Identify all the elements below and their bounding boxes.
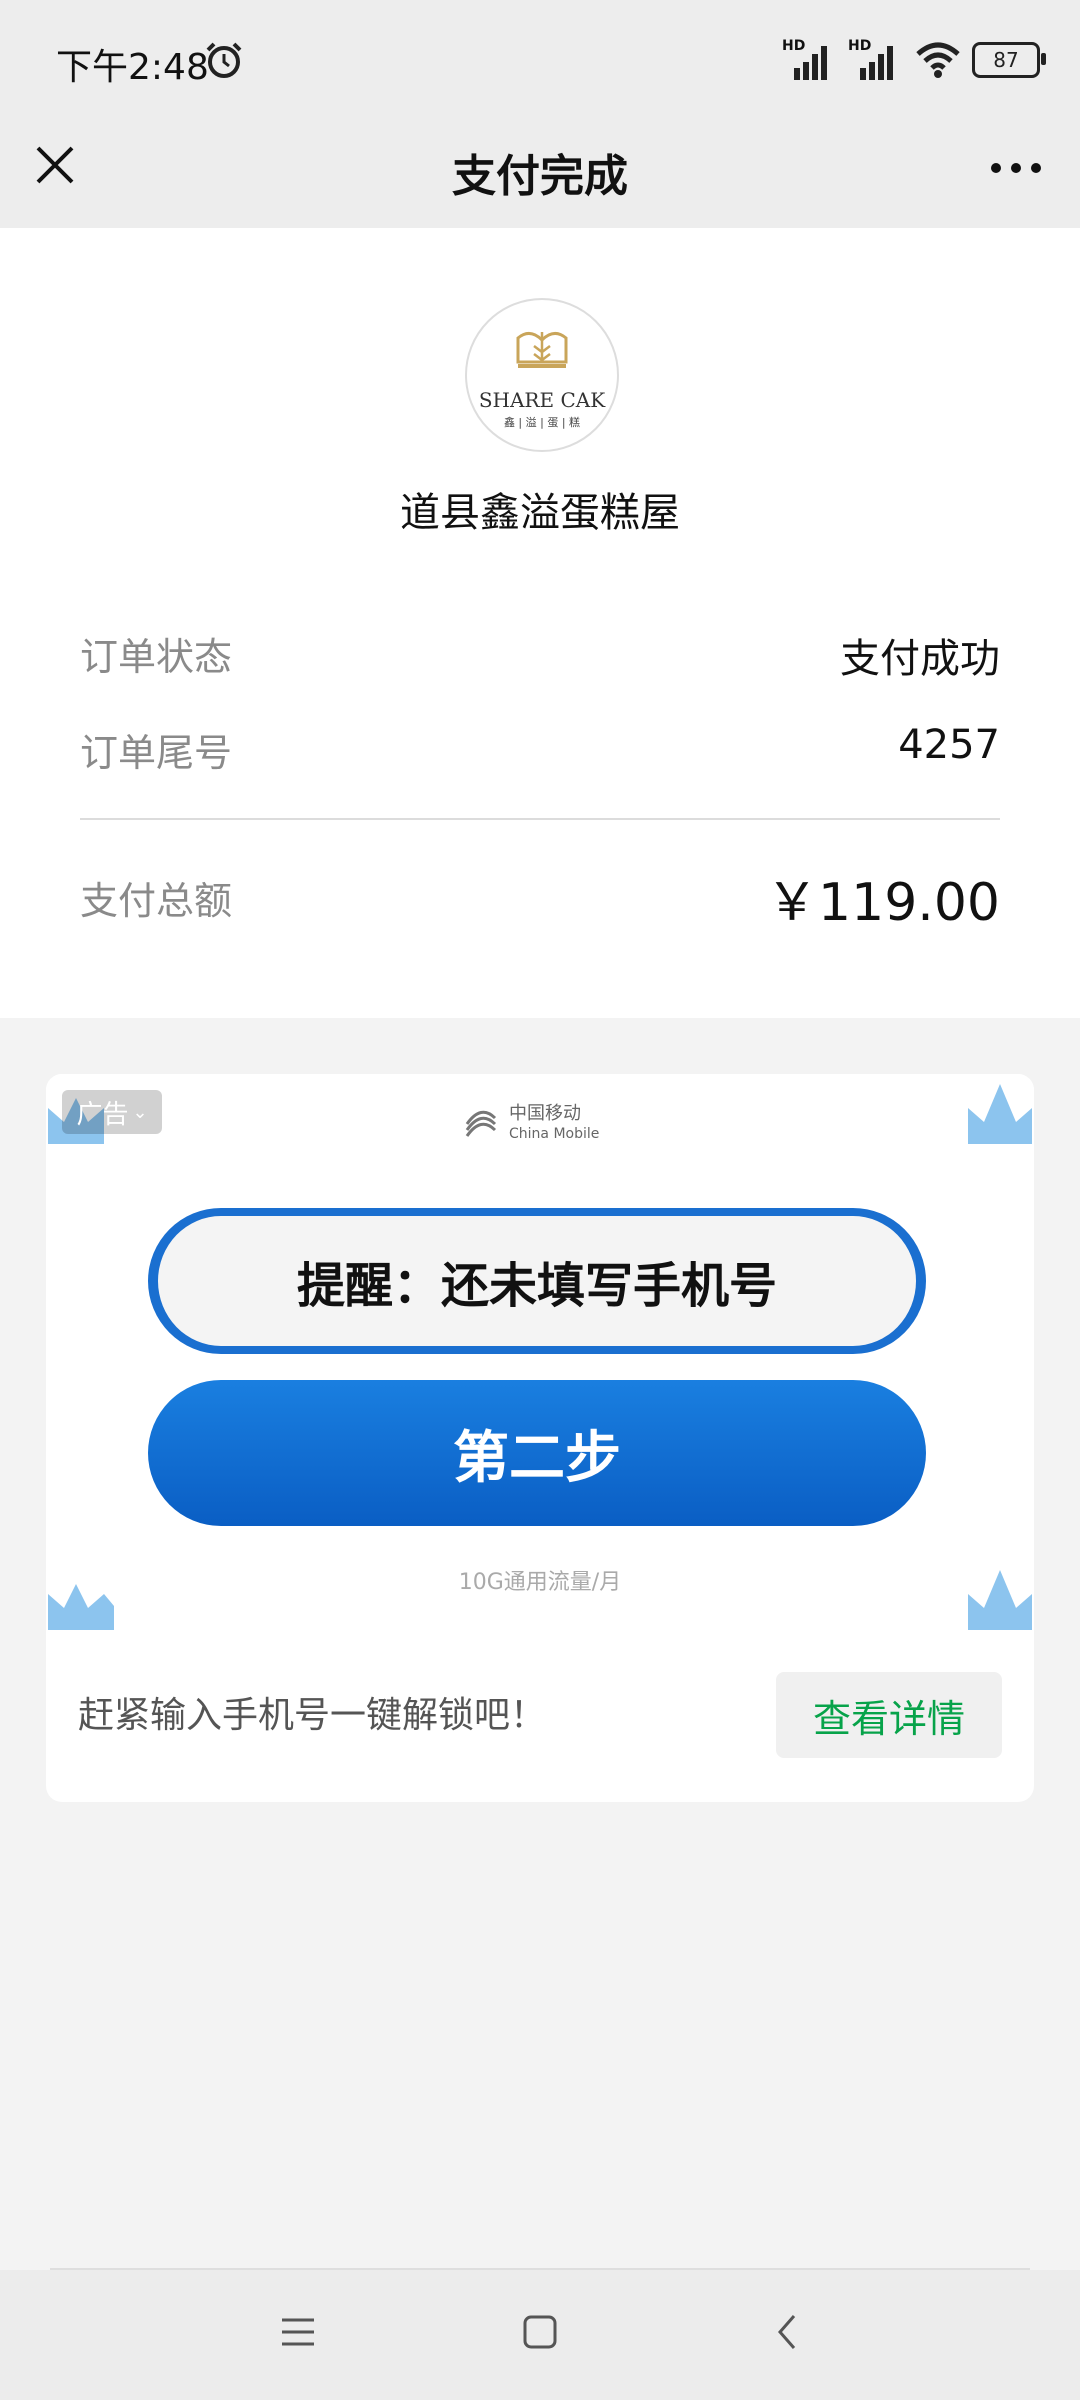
status-time: 下午2:48	[56, 47, 209, 88]
total-amount: ￥119.00	[766, 873, 1000, 933]
page-title: 支付完成	[452, 151, 628, 202]
home-icon[interactable]	[522, 2314, 558, 2350]
order-status-value: 支付成功	[840, 636, 1000, 682]
sponsor-name-en: China Mobile	[509, 1126, 600, 1142]
nav-bar: 支付完成	[0, 120, 1080, 228]
order-status-label: 订单状态	[80, 635, 233, 679]
crown-logo-icon	[516, 332, 568, 368]
total-row: 支付总额 ￥119.00	[80, 870, 1000, 933]
sponsor-name-cn: 中国移动	[509, 1103, 581, 1124]
wifi-icon	[916, 42, 960, 78]
status-bar: 下午2:48 HD HD 87	[0, 0, 1080, 120]
system-nav-bar	[0, 2270, 1080, 2400]
payment-card: SHARE CAK 鑫 | 溢 | 蛋 | 糕 道县鑫溢蛋糕屋 订单状态 支付成…	[0, 228, 1080, 1018]
ad-description: 赶紧输入手机号一键解锁吧！	[78, 1695, 547, 1736]
ad-footnote: 10G通用流量/月	[458, 1570, 622, 1595]
order-tail-row: 订单尾号 4257	[80, 722, 1000, 782]
ad-banner[interactable]: 广告 ⌄ 中国移动 China Mobile 提醒：还未填写手机号 第二步 10G…	[46, 1074, 1034, 1634]
logo-text: SHARE CAK	[478, 388, 606, 412]
view-details-button[interactable]: 查看详情	[776, 1672, 1002, 1758]
signal-icon-2: HD	[848, 38, 904, 82]
order-status-row: 订单状态 支付成功	[80, 626, 1000, 686]
total-label: 支付总额	[80, 879, 233, 923]
china-mobile-icon	[465, 1110, 497, 1137]
order-tail-value: 4257	[898, 722, 1000, 768]
step-two-button[interactable]: 第二步	[148, 1380, 926, 1526]
battery-icon: 87	[972, 42, 1046, 78]
chevron-down-icon: ⌄	[132, 1101, 148, 1123]
alarm-icon	[206, 42, 242, 78]
crown-decoration-icon	[968, 1084, 1032, 1144]
logo-subtext: 鑫 | 溢 | 蛋 | 糕	[503, 416, 581, 429]
divider	[80, 818, 1000, 820]
merchant-logo: SHARE CAK 鑫 | 溢 | 蛋 | 糕	[465, 298, 619, 452]
menu-icon[interactable]	[280, 2314, 316, 2350]
back-icon[interactable]	[770, 2314, 806, 2350]
order-tail-label: 订单尾号	[80, 731, 233, 775]
ad-card[interactable]: 广告 ⌄ 中国移动 China Mobile 提醒：还未填写手机号 第二步 10G…	[46, 1074, 1034, 1802]
ad-badge[interactable]: 广告 ⌄	[62, 1090, 162, 1134]
sponsor-logo: 中国移动 China Mobile	[461, 1104, 599, 1144]
reminder-pill: 提醒：还未填写手机号	[148, 1208, 926, 1354]
signal-icon-1: HD	[782, 38, 838, 82]
merchant-name: 道县鑫溢蛋糕屋	[400, 490, 680, 536]
more-icon[interactable]	[988, 158, 1044, 178]
